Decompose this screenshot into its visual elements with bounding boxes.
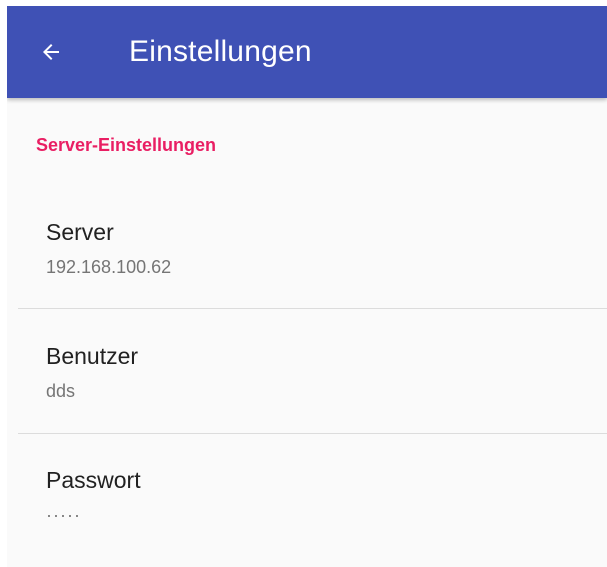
category-header-server-settings: Server-Einstellungen <box>36 135 217 155</box>
page-title: Einstellungen <box>129 35 312 68</box>
preference-server[interactable]: Server 192.168.100.62 <box>7 202 607 302</box>
settings-screen: Einstellungen Server-Einstellungen Serve… <box>7 6 607 567</box>
preference-user[interactable]: Benutzer dds <box>7 326 607 426</box>
preference-label-server: Server <box>46 219 114 245</box>
back-button[interactable] <box>31 32 71 72</box>
divider <box>18 308 607 309</box>
preference-password[interactable]: Passwort ····· <box>7 450 607 550</box>
arrow-back-icon <box>39 40 63 64</box>
divider <box>18 433 607 434</box>
preference-label-user: Benutzer <box>46 343 139 369</box>
preference-summary-password: ····· <box>46 505 81 525</box>
preference-label-password: Passwort <box>46 467 141 493</box>
app-bar: Einstellungen <box>7 6 607 98</box>
preference-summary-user: dds <box>46 381 76 401</box>
preference-summary-server: 192.168.100.62 <box>46 257 172 277</box>
